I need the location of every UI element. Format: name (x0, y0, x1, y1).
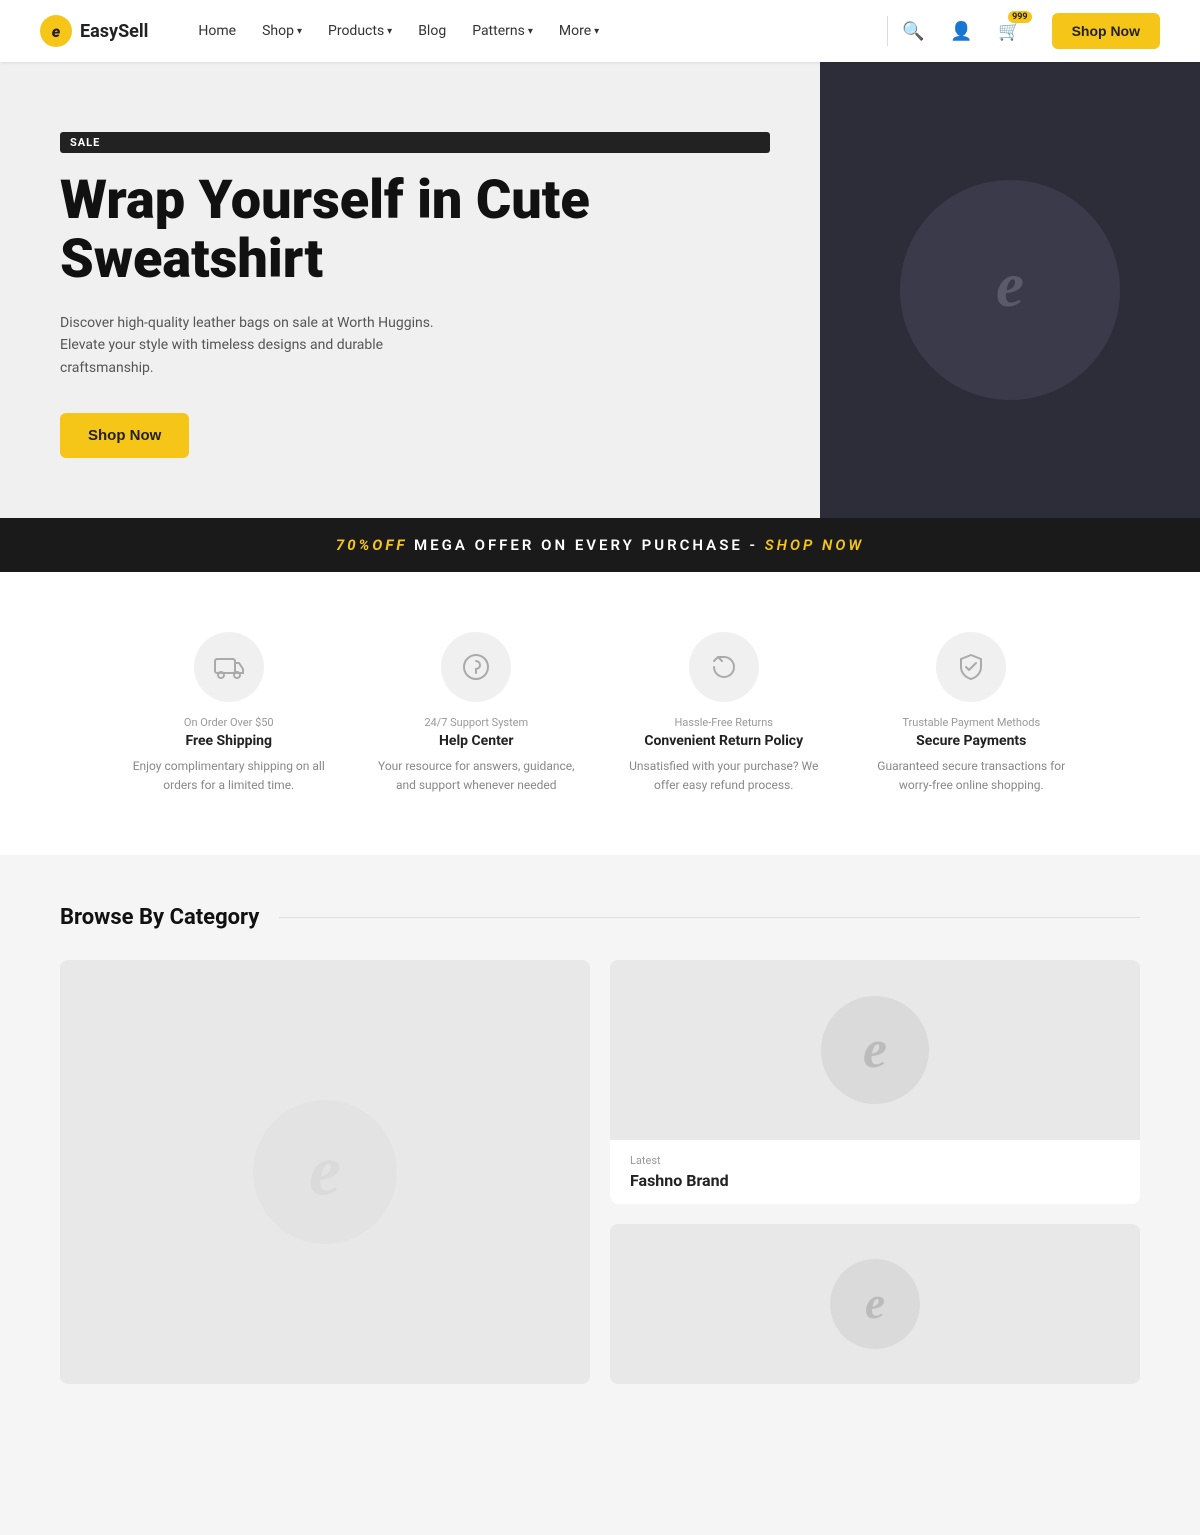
category-name-2: Fashno Brand (630, 1171, 1120, 1190)
section-header: Browse By Category (60, 905, 1140, 930)
chevron-down-icon: ▾ (387, 26, 392, 37)
feature-title-returns: Convenient Return Policy (644, 733, 803, 749)
brand-shape-icon: e (920, 200, 1100, 380)
features-section: On Order Over $50 Free Shipping Enjoy co… (0, 572, 1200, 855)
category-image-1: e (60, 960, 590, 1384)
nav-divider (887, 16, 888, 46)
logo-icon: e (40, 15, 72, 47)
category-logo-icon-1: e (245, 1092, 405, 1252)
search-button[interactable]: 🔍 (896, 13, 932, 49)
promo-banner: 70%OFF MEGA OFFER ON EVERY PURCHASE - SH… (0, 518, 1200, 572)
promo-discount: 70%OFF (336, 536, 407, 554)
user-icon: 👤 (950, 21, 972, 42)
nav-home[interactable]: Home (188, 15, 246, 47)
hero-title: Wrap Yourself in Cute Sweatshirt (60, 171, 770, 290)
category-logo-icon-3: e (825, 1254, 925, 1354)
chevron-down-icon: ▾ (528, 26, 533, 37)
category-image-2: e (610, 960, 1140, 1140)
feature-title-shipping: Free Shipping (185, 733, 272, 749)
sale-badge: SALE (60, 132, 770, 153)
hero-description: Discover high-quality leather bags on sa… (60, 312, 440, 379)
svg-text:e: e (865, 1278, 885, 1328)
nav-more[interactable]: More ▾ (549, 15, 609, 47)
feature-desc-shipping: Enjoy complimentary shipping on all orde… (120, 757, 338, 795)
secure-icon (936, 632, 1006, 702)
nav-patterns[interactable]: Patterns ▾ (462, 15, 543, 47)
feature-help-center: 24/7 Support System Help Center Your res… (368, 632, 586, 795)
feature-desc-help: Your resource for answers, guidance, and… (368, 757, 586, 795)
feature-subtitle-help: 24/7 Support System (424, 716, 528, 729)
feature-free-shipping: On Order Over $50 Free Shipping Enjoy co… (120, 632, 338, 795)
nav-shop-now-button[interactable]: Shop Now (1052, 13, 1160, 49)
section-title: Browse By Category (60, 905, 259, 930)
nav-links: Home Shop ▾ Products ▾ Blog Patterns ▾ M… (188, 15, 878, 47)
account-button[interactable]: 👤 (944, 13, 980, 49)
categories-section: Browse By Category e e Lates (0, 855, 1200, 1434)
promo-body: MEGA OFFER ON EVERY PURCHASE - (414, 536, 758, 554)
search-icon: 🔍 (902, 21, 924, 42)
hero-shop-now-button[interactable]: Shop Now (60, 413, 189, 458)
nav-blog[interactable]: Blog (408, 15, 456, 47)
category-image-3: e (610, 1224, 1140, 1384)
feature-title-help: Help Center (439, 733, 514, 749)
feature-returns: Hassle-Free Returns Convenient Return Po… (615, 632, 833, 795)
chevron-down-icon: ▾ (594, 26, 599, 37)
hero-image: e (820, 62, 1200, 518)
svg-text:e: e (863, 1019, 887, 1079)
brand-name: EasySell (80, 21, 148, 42)
feature-subtitle-returns: Hassle-Free Returns (675, 716, 773, 729)
cart-wrapper: 🛒 999 (992, 13, 1028, 49)
feature-desc-returns: Unsatisfied with your purchase? We offer… (615, 757, 833, 795)
feature-desc-payments: Guaranteed secure transactions for worry… (863, 757, 1081, 795)
hero-placeholder: e (900, 180, 1120, 400)
feature-secure-payments: Trustable Payment Methods Secure Payment… (863, 632, 1081, 795)
features-grid: On Order Over $50 Free Shipping Enjoy co… (120, 632, 1080, 795)
nav-products[interactable]: Products ▾ (318, 15, 402, 47)
nav-icons: 🔍 👤 🛒 999 Shop Now (896, 13, 1160, 49)
returns-icon (689, 632, 759, 702)
category-card-1[interactable]: e (60, 960, 590, 1384)
feature-title-payments: Secure Payments (916, 733, 1026, 749)
feature-subtitle-payments: Trustable Payment Methods (902, 716, 1040, 729)
hero-content: SALE Wrap Yourself in Cute Sweatshirt Di… (0, 62, 820, 518)
promo-shop-now-link[interactable]: SHOP NOW (765, 536, 864, 554)
category-logo-icon-2: e (815, 990, 935, 1110)
navbar: e EasySell Home Shop ▾ Products ▾ Blog P… (0, 0, 1200, 62)
brand-logo[interactable]: e EasySell (40, 15, 148, 47)
category-card-2[interactable]: e Latest Fashno Brand (610, 960, 1140, 1204)
categories-grid: e e Latest Fashno Brand (60, 960, 1140, 1384)
hero-section: SALE Wrap Yourself in Cute Sweatshirt Di… (0, 62, 1200, 518)
chevron-down-icon: ▾ (297, 26, 302, 37)
cart-icon: 🛒 (998, 21, 1020, 42)
shipping-icon (194, 632, 264, 702)
nav-shop[interactable]: Shop ▾ (252, 15, 312, 47)
category-info-2: Latest Fashno Brand (610, 1140, 1140, 1204)
feature-subtitle-shipping: On Order Over $50 (184, 716, 274, 729)
section-divider (279, 917, 1140, 918)
category-card-3[interactable]: e (610, 1224, 1140, 1384)
svg-text:e: e (309, 1131, 341, 1211)
help-icon (441, 632, 511, 702)
category-tag-2: Latest (630, 1154, 1120, 1167)
svg-text:e: e (996, 250, 1024, 320)
cart-badge: 999 (1008, 11, 1032, 23)
